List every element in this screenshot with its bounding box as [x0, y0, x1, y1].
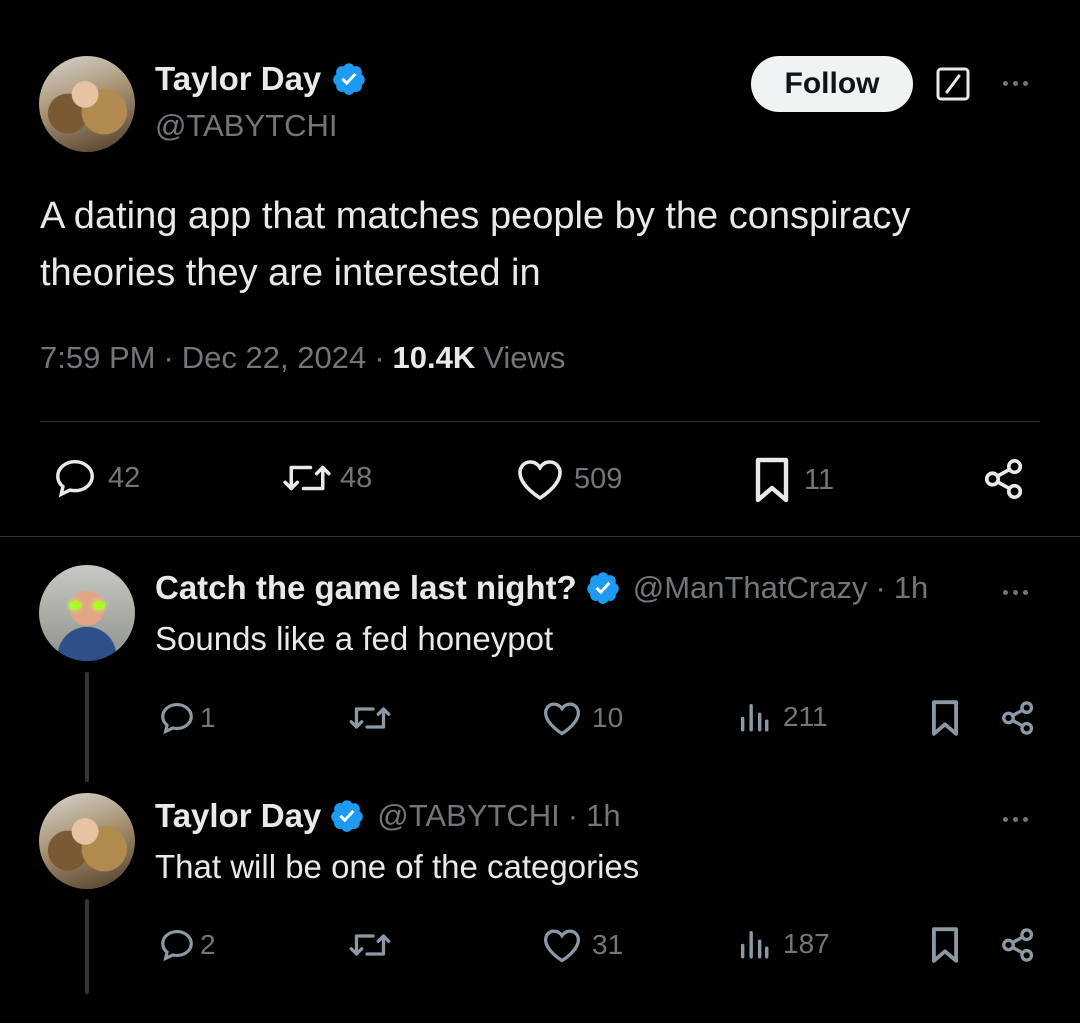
reply-action[interactable]: 1 [158, 699, 216, 737]
reply-icon [161, 702, 193, 735]
more-icon[interactable] [1003, 81, 1028, 86]
author-avatar[interactable] [39, 56, 135, 152]
bookmark-count: 11 [804, 463, 835, 496]
like-icon [543, 929, 581, 963]
reply-count: 2 [200, 929, 216, 960]
reply-text: That will be one of the categories [155, 848, 640, 885]
views-count: 10.4K [392, 340, 476, 375]
reply-text: Sounds like a fed honeypot [155, 620, 554, 657]
verified-badge-icon [331, 800, 364, 832]
grok-icon[interactable] [936, 67, 970, 101]
bookmark-action[interactable] [929, 699, 961, 737]
views-label: Views [483, 340, 566, 375]
like-action[interactable]: 10 [542, 700, 623, 736]
repost-action[interactable] [348, 700, 392, 736]
tweet-time[interactable]: 7:59 PM [40, 340, 155, 376]
separator: · [163, 340, 174, 375]
tweet-text-line-1: A dating app that matches people by the … [40, 195, 911, 237]
like-count: 509 [574, 462, 623, 495]
more-icon[interactable] [1003, 590, 1028, 595]
separator: · [875, 570, 886, 605]
reply-action[interactable]: 2 [158, 926, 216, 964]
reply-header: Taylor Day @TABYTCHI · 1h [155, 797, 621, 835]
repost-icon [349, 934, 391, 956]
reply-action[interactable]: 42 [52, 455, 140, 501]
reply-author-handle[interactable]: @TABYTCHI [377, 798, 559, 834]
follow-button[interactable]: Follow [751, 56, 913, 112]
share-icon [984, 458, 1023, 500]
repost-icon [283, 465, 331, 491]
like-action[interactable]: 31 [542, 927, 623, 963]
reply-icon [161, 929, 193, 962]
like-icon [543, 702, 581, 736]
views-action[interactable]: 211 [737, 700, 828, 734]
reply-count: 1 [200, 702, 216, 733]
verified-badge-icon [333, 63, 366, 95]
views-icon [740, 703, 769, 732]
separator: · [567, 798, 579, 833]
views-count: 211 [783, 701, 828, 732]
more-icon[interactable] [1003, 817, 1028, 822]
divider [40, 421, 1040, 422]
repost-icon [349, 707, 391, 729]
reply-icon [56, 459, 94, 498]
views-count: 187 [783, 928, 830, 959]
glowing-eye [93, 601, 105, 610]
tweet-meta: 7:59 PM · Dec 22, 2024 · 10.4K Views [40, 340, 565, 376]
repost-action[interactable] [348, 927, 392, 963]
reply-avatar[interactable] [39, 793, 135, 889]
bookmark-icon [755, 457, 789, 503]
tweet-text: A dating app that matches people by the … [40, 188, 910, 302]
like-count: 10 [592, 702, 624, 733]
share-action[interactable] [999, 699, 1037, 737]
repost-count: 48 [340, 461, 373, 494]
author-name-row: Taylor Day [155, 60, 367, 98]
share-icon [1002, 701, 1034, 735]
author-name[interactable]: Taylor Day [155, 60, 321, 98]
thread-line [85, 672, 89, 782]
author-handle[interactable]: @TABYTCHI [155, 108, 337, 144]
reply-age[interactable]: 1h [586, 798, 620, 834]
separator: · [374, 340, 385, 375]
share-action[interactable] [999, 926, 1037, 964]
like-count: 31 [592, 929, 624, 960]
reply-count: 42 [108, 461, 141, 494]
like-action[interactable]: 509 [516, 457, 622, 501]
repost-action[interactable]: 48 [282, 457, 372, 499]
reply-author-handle[interactable]: @ManThatCrazy [633, 570, 868, 606]
reply-author-name[interactable]: Taylor Day [155, 797, 321, 835]
like-icon [518, 460, 562, 501]
reply-avatar[interactable] [39, 565, 135, 661]
bookmark-action[interactable] [929, 926, 961, 964]
divider [0, 536, 1080, 537]
tweet-date[interactable]: Dec 22, 2024 [182, 340, 366, 376]
share-icon [1002, 928, 1034, 962]
reply-age[interactable]: 1h [894, 570, 928, 606]
tweet-text-line-2: theories they are interested in [40, 252, 541, 294]
thread-line [85, 899, 89, 994]
bookmark-icon [932, 927, 958, 963]
reply-author-name[interactable]: Catch the game last night? [155, 569, 577, 607]
bookmark-icon [932, 700, 958, 736]
reply-header: Catch the game last night? @ManThatCrazy… [155, 569, 928, 607]
bookmark-action[interactable]: 11 [752, 455, 834, 505]
views-action[interactable]: 187 [737, 927, 830, 961]
verified-badge-icon [586, 572, 619, 604]
glowing-eye [69, 601, 81, 610]
views-icon [740, 930, 769, 959]
share-action[interactable] [981, 456, 1027, 502]
